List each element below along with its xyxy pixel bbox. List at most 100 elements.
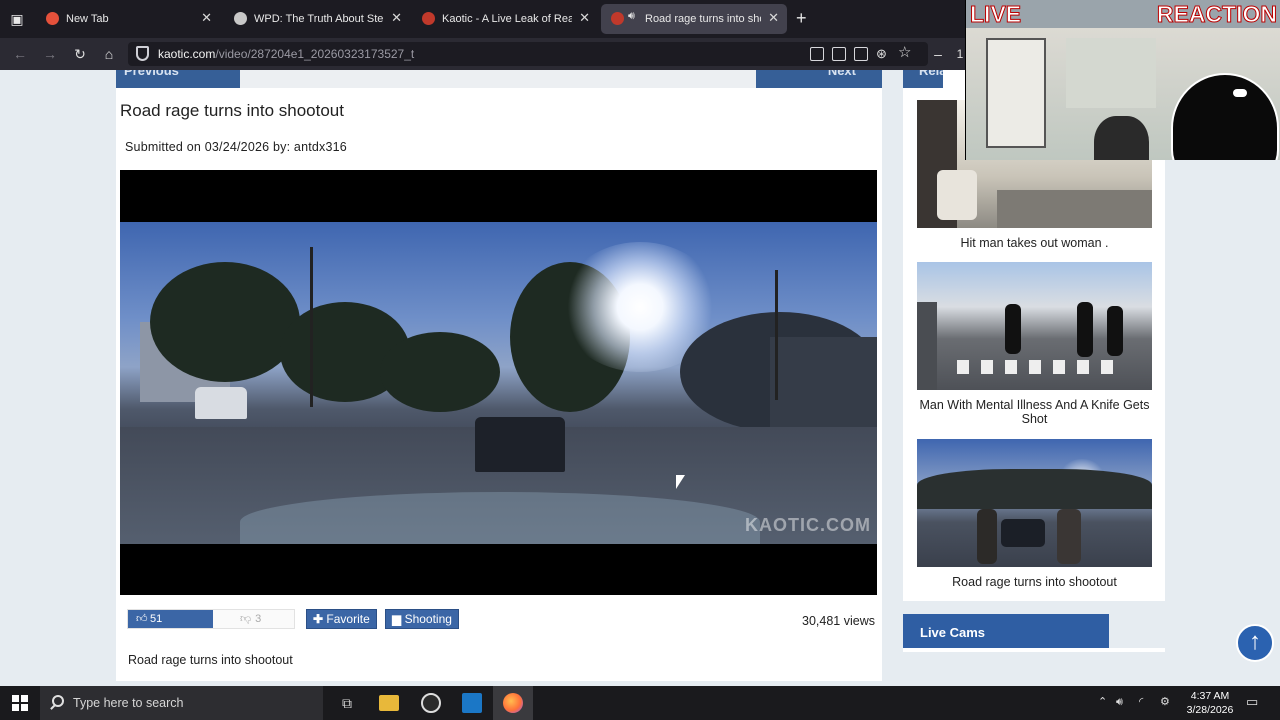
picture-in-picture-icon[interactable] bbox=[832, 47, 846, 61]
dislike-button[interactable]: 👎︎ 3 bbox=[240, 610, 261, 628]
home-icon[interactable]: ⌂ bbox=[99, 44, 119, 64]
url-bar[interactable]: kaotic.com/video/287204e1_20260323173527… bbox=[128, 42, 928, 66]
url-path: /video/287204e1_20260323173527_t bbox=[215, 47, 415, 61]
save-to-pocket-icon[interactable] bbox=[854, 47, 868, 61]
firefox-taskbar-active[interactable] bbox=[493, 686, 533, 720]
tab-title: New Tab bbox=[66, 13, 109, 25]
view-count: 30,481 views bbox=[802, 614, 875, 628]
search-placeholder: Type here to search bbox=[73, 696, 184, 710]
minimize-icon[interactable]: – bbox=[928, 44, 948, 64]
related-caption[interactable]: Road rage turns into shootout bbox=[917, 575, 1152, 589]
thumbs-down-icon: 👎︎ bbox=[240, 613, 252, 625]
search-icon bbox=[52, 695, 64, 707]
new-tab-plus-icon[interactable]: + bbox=[796, 9, 807, 27]
close-tab-icon[interactable]: ✕ bbox=[201, 11, 212, 25]
tab-new-tab[interactable]: New Tab ✕ bbox=[36, 4, 220, 34]
volume-icon[interactable]: 🔊︎ bbox=[1116, 696, 1123, 708]
rating-widget: 👍︎ 51 👎︎ 3 bbox=[127, 609, 295, 629]
video-action-bar: 👍︎ 51 👎︎ 3 ✚ Favorite ▆ Shooting 30,481 v… bbox=[116, 609, 882, 633]
overlay-wall-shape bbox=[1066, 38, 1156, 108]
firefox-icon bbox=[46, 12, 59, 25]
store-app-icon[interactable] bbox=[462, 693, 482, 713]
related-heading: Related bbox=[903, 70, 943, 88]
tab-wpd[interactable]: WPD: The Truth About Stephen ✕ bbox=[224, 4, 410, 34]
thumb-trees-shape bbox=[917, 469, 1152, 509]
next-button[interactable]: Next bbox=[756, 70, 882, 88]
taskbar-clock[interactable]: 4:37 AM 3/28/2026 bbox=[1182, 689, 1238, 717]
arrow-up-icon: ↑ bbox=[1249, 628, 1261, 655]
task-view-icon[interactable]: ⧉ bbox=[337, 693, 357, 713]
windows-taskbar: Type here to search ⧉ ⌃ 🔊︎ ◜ ⚙ 4:37 AM 3… bbox=[0, 686, 1280, 720]
video-car-shape bbox=[475, 417, 565, 472]
page-viewport: Previous Next Road rage turns into shoot… bbox=[0, 70, 1280, 686]
previous-button[interactable]: Previous bbox=[116, 70, 240, 88]
bookmark-star-icon[interactable]: ☆ bbox=[898, 45, 912, 60]
media-app-icon[interactable] bbox=[421, 693, 441, 713]
overlay-avatar-shape bbox=[1171, 73, 1279, 160]
reader-view-icon[interactable] bbox=[810, 47, 824, 61]
thumbs-up-icon: 👍︎ bbox=[136, 613, 148, 625]
close-tab-icon[interactable]: ✕ bbox=[391, 11, 402, 25]
kaotic-favicon-icon bbox=[422, 12, 435, 25]
video-player[interactable]: KAOTIC.COM bbox=[120, 170, 877, 595]
thumb-person-shape bbox=[937, 170, 977, 220]
kaotic-favicon-icon bbox=[611, 12, 624, 25]
tab-title: Kaotic - A Live Leak of Reality bbox=[442, 13, 572, 25]
tracking-shield-icon[interactable] bbox=[136, 46, 149, 61]
video-dashboard-reflection bbox=[240, 492, 760, 544]
scroll-to-top-button[interactable]: ↑ bbox=[1236, 624, 1274, 662]
related-caption[interactable]: Hit man takes out woman . bbox=[917, 236, 1152, 250]
overlay-person-shape bbox=[1094, 116, 1149, 160]
related-thumbnail[interactable] bbox=[917, 439, 1152, 567]
windows-start-icon[interactable] bbox=[12, 695, 28, 711]
close-tab-icon[interactable]: ✕ bbox=[768, 11, 779, 25]
video-utility-pole-shape bbox=[775, 270, 778, 400]
clock-date: 3/28/2026 bbox=[1186, 704, 1234, 716]
video-description: Road rage turns into shootout bbox=[128, 653, 293, 667]
like-count: 51 bbox=[150, 613, 163, 625]
tab-title: Road rage turns into shooti bbox=[645, 13, 761, 25]
tray-chevron-icon[interactable]: ⌃ bbox=[1098, 696, 1107, 708]
tab-road-rage[interactable]: 🔊︎ Road rage turns into shooti ✕ bbox=[601, 4, 787, 34]
tab-list-icon[interactable]: ▣ bbox=[8, 10, 26, 28]
video-tree-shape bbox=[150, 262, 300, 382]
back-arrow-icon[interactable]: ← bbox=[10, 44, 30, 64]
thumb-person-shape bbox=[1057, 509, 1081, 564]
site-favicon-icon bbox=[234, 12, 247, 25]
favorite-button[interactable]: ✚ Favorite bbox=[306, 609, 377, 629]
thumb-person-shape bbox=[977, 509, 997, 564]
video-van-shape bbox=[195, 387, 247, 419]
like-button[interactable]: 👍︎ 51 bbox=[128, 610, 213, 628]
overlay-webcam-scene bbox=[966, 28, 1280, 160]
page-title: Road rage turns into shootout bbox=[120, 101, 344, 120]
url-text: kaotic.com/video/287204e1_20260323173527… bbox=[158, 47, 414, 61]
related-thumbnail[interactable] bbox=[917, 262, 1152, 390]
url-domain: kaotic.com bbox=[158, 47, 216, 61]
forward-arrow-icon[interactable]: → bbox=[40, 44, 60, 64]
thumb-pole-shape bbox=[917, 302, 937, 390]
category-button[interactable]: ▆ Shooting bbox=[385, 609, 459, 629]
category-icon: ▆ bbox=[392, 612, 405, 626]
notification-icon[interactable]: ▭ bbox=[1246, 695, 1258, 708]
taskbar-search-box[interactable]: Type here to search bbox=[40, 686, 323, 720]
reload-icon[interactable]: ↻ bbox=[70, 44, 90, 64]
firefox-icon bbox=[503, 693, 523, 713]
thumb-crosswalk-shape bbox=[957, 360, 1117, 374]
extension-icon[interactable]: ⊛ bbox=[876, 47, 890, 61]
overlay-banner: LIVE REACTION bbox=[966, 0, 1280, 28]
video-watermark: KAOTIC.COM bbox=[745, 515, 871, 535]
speaker-icon[interactable]: 🔊︎ bbox=[628, 10, 635, 23]
file-explorer-icon[interactable] bbox=[379, 695, 399, 711]
video-frame: KAOTIC.COM bbox=[120, 222, 877, 544]
close-tab-icon[interactable]: ✕ bbox=[579, 11, 590, 25]
thumb-person-shape bbox=[1005, 304, 1021, 354]
live-reaction-overlay: LIVE REACTION bbox=[965, 0, 1280, 160]
favorite-label: Favorite bbox=[326, 612, 370, 626]
video-tree-shape bbox=[380, 332, 500, 412]
mouse-cursor bbox=[676, 475, 685, 489]
settings-gear-icon[interactable]: ⚙ bbox=[1160, 696, 1170, 708]
live-cams-button[interactable]: Live Cams bbox=[903, 614, 1109, 648]
related-caption[interactable]: Man With Mental Illness And A Knife Gets… bbox=[917, 398, 1152, 426]
tab-kaotic-home[interactable]: Kaotic - A Live Leak of Reality ✕ bbox=[412, 4, 598, 34]
network-icon[interactable]: ◜ bbox=[1139, 696, 1143, 708]
